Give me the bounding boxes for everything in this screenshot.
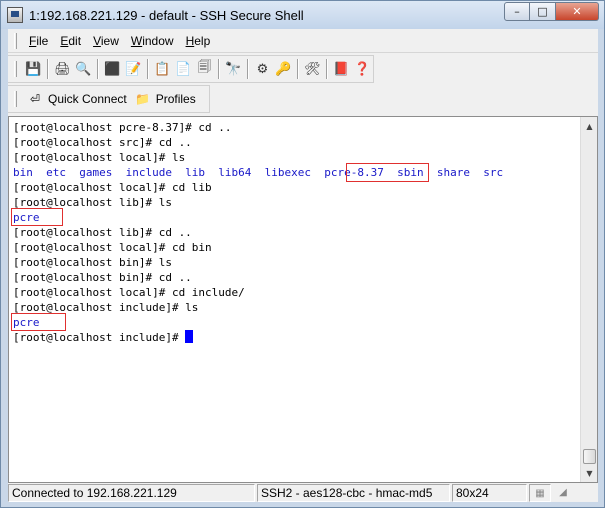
- terminal-line: [root@localhost lib]# cd ..: [13, 225, 579, 240]
- disconnect-icon[interactable]: ⬛: [102, 58, 123, 80]
- toolbar-separator: [296, 59, 299, 79]
- terminal-app-icon[interactable]: [7, 7, 23, 23]
- toolbar-grip[interactable]: [14, 61, 17, 77]
- copy-icon[interactable]: 📋: [152, 58, 173, 80]
- keys-icon[interactable]: 🔑: [273, 58, 294, 80]
- profiles-button[interactable]: 📁 Profiles: [131, 88, 200, 110]
- terminal-line: bin etc games include lib lib64 libexec …: [13, 165, 579, 180]
- status-bar: Connected to 192.168.221.129 SSH2 - aes1…: [8, 484, 598, 502]
- window-title: 1:192.168.221.129 - default - SSH Secure…: [29, 7, 304, 23]
- menu-grip[interactable]: [14, 32, 17, 49]
- scrollbar-thumb[interactable]: [583, 449, 596, 464]
- minimize-button[interactable]: –: [504, 2, 530, 21]
- toolbar-separator: [246, 59, 249, 79]
- scroll-up-icon[interactable]: ▲: [582, 118, 597, 134]
- highlight-box-lib-pcre: [11, 208, 63, 226]
- highlight-box-include-pcre: [11, 313, 66, 331]
- status-terminal-size: 80x24: [452, 484, 527, 502]
- ssh-window: 1:192.168.221.129 - default - SSH Secure…: [0, 0, 605, 508]
- menu-bar: File Edit View Window Help: [8, 29, 598, 53]
- quick-connect-icon: ⏎: [29, 92, 41, 106]
- close-button[interactable]: ✕: [556, 2, 599, 21]
- save-icon[interactable]: 💾: [23, 58, 44, 80]
- terminal-line-text: bin etc games include lib lib64 libexec …: [13, 166, 504, 179]
- main-toolbar: 💾 🖨 🔍 ⬛ 📝 📋 📄 🗐 🔭 ⚙ 🔑 🛠 📕 ❓: [8, 55, 374, 83]
- terminal-line-text: [root@localhost local]# cd lib: [13, 181, 212, 194]
- vertical-scrollbar[interactable]: ▲ ▼: [580, 117, 597, 482]
- terminal-line: [root@localhost src]# cd ..: [13, 135, 579, 150]
- terminal-line-text: [root@localhost local]# cd bin: [13, 241, 212, 254]
- terminal-cursor: [185, 330, 194, 343]
- menu-edit[interactable]: Edit: [54, 34, 87, 48]
- resize-grip-icon[interactable]: ◢: [555, 484, 571, 500]
- highlight-box-pcre-dir: [346, 163, 429, 182]
- lock-icon: ▦: [535, 487, 545, 499]
- terminal-pane[interactable]: [root@localhost pcre-8.37]# cd .. [root@l…: [8, 116, 598, 483]
- terminal-line: pcre: [13, 210, 579, 225]
- terminal-line: [root@localhost include]#: [13, 330, 579, 345]
- find-icon[interactable]: 🔭: [223, 58, 244, 80]
- tools-icon[interactable]: 🛠: [302, 58, 323, 80]
- maximize-button[interactable]: □: [530, 2, 556, 21]
- terminal-line: [root@localhost lib]# ls: [13, 195, 579, 210]
- terminal-output: [root@localhost pcre-8.37]# cd .. [root@l…: [13, 120, 579, 345]
- terminal-line-text: [root@localhost bin]# cd ..: [13, 271, 192, 284]
- status-lock-cell: ▦: [529, 484, 551, 502]
- folder-icon: 📁: [135, 92, 151, 106]
- terminal-line-text: [root@localhost bin]# ls: [13, 256, 172, 269]
- terminal-line-text: [root@localhost include]#: [13, 331, 186, 344]
- title-bar[interactable]: 1:192.168.221.129 - default - SSH Secure…: [1, 1, 604, 29]
- quick-connect-label: Quick Connect: [48, 92, 127, 106]
- terminal-line: [root@localhost include]# ls: [13, 300, 579, 315]
- paste-icon[interactable]: 📄: [173, 58, 194, 80]
- terminal-line: [root@localhost bin]# cd ..: [13, 270, 579, 285]
- terminal-line-text: [root@localhost lib]# cd ..: [13, 226, 192, 239]
- toolbar-separator: [217, 59, 220, 79]
- quick-connect-button[interactable]: ⏎ Quick Connect: [23, 88, 131, 110]
- connection-toolbar: ⏎ Quick Connect 📁 Profiles: [8, 85, 210, 113]
- terminal-line: [root@localhost pcre-8.37]# cd ..: [13, 120, 579, 135]
- print-icon[interactable]: 🖨: [52, 58, 73, 80]
- status-cipher: SSH2 - aes128-cbc - hmac-md5: [257, 484, 450, 502]
- help-book-icon[interactable]: 📕: [331, 58, 352, 80]
- print-preview-icon[interactable]: 🔍: [73, 58, 94, 80]
- terminal-line: pcre: [13, 315, 579, 330]
- toolbar-separator: [96, 59, 99, 79]
- terminal-line-text: [root@localhost local]# ls: [13, 151, 186, 164]
- terminal-line: [root@localhost bin]# ls: [13, 255, 579, 270]
- terminal-line-text: [root@localhost pcre-8.37]# cd ..: [13, 121, 232, 134]
- profiles-label: Profiles: [155, 92, 196, 106]
- toolbar-separator: [46, 59, 49, 79]
- menu-window[interactable]: Window: [125, 34, 180, 48]
- paste-selection-icon[interactable]: 🗐: [194, 58, 215, 80]
- terminal-line: [root@localhost local]# cd lib: [13, 180, 579, 195]
- menu-view[interactable]: View: [87, 34, 125, 48]
- toolbar-separator: [146, 59, 149, 79]
- terminal-line-text: [root@localhost src]# cd ..: [13, 136, 192, 149]
- settings-icon[interactable]: ⚙: [252, 58, 273, 80]
- menu-help[interactable]: Help: [180, 34, 217, 48]
- status-connection: Connected to 192.168.221.129: [8, 484, 255, 502]
- context-help-icon[interactable]: ❓: [352, 58, 373, 80]
- terminal-line-text: [root@localhost local]# cd include/: [13, 286, 245, 299]
- toolbar-grip[interactable]: [14, 91, 17, 107]
- scroll-down-icon[interactable]: ▼: [582, 465, 597, 481]
- toolbar-separator: [325, 59, 328, 79]
- window-controls: – □ ✕: [504, 2, 599, 21]
- menu-file[interactable]: File: [23, 34, 54, 48]
- terminal-line: [root@localhost local]# ls: [13, 150, 579, 165]
- terminal-line: [root@localhost local]# cd include/: [13, 285, 579, 300]
- edit-profile-icon[interactable]: 📝: [123, 58, 144, 80]
- client-area: File Edit View Window Help 💾 🖨 🔍 ⬛ 📝 📋 📄…: [8, 29, 598, 502]
- terminal-line: [root@localhost local]# cd bin: [13, 240, 579, 255]
